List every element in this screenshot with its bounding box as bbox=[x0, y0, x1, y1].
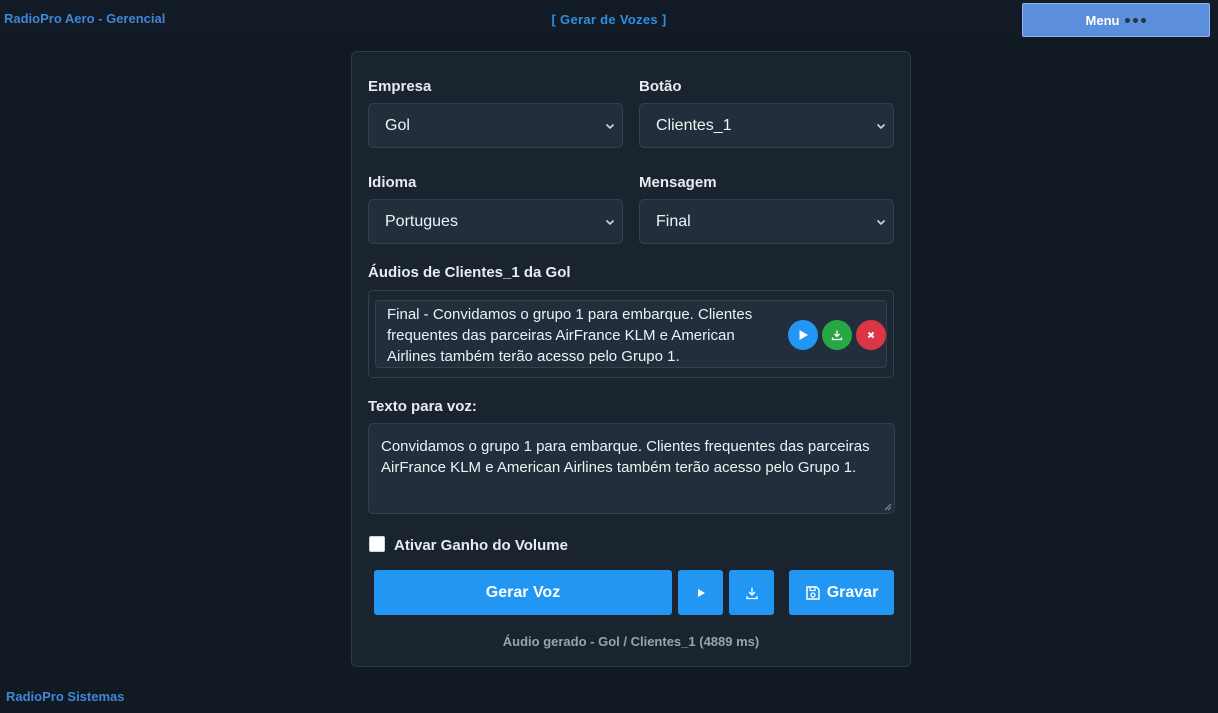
idioma-value: Portugues bbox=[385, 212, 458, 230]
generate-voice-label: Gerar Voz bbox=[485, 583, 561, 601]
text-to-speech-input[interactable]: Convidamos o grupo 1 para embarque. Clie… bbox=[368, 423, 895, 514]
mensagem-value: Final bbox=[656, 212, 691, 230]
record-button[interactable]: Gravar bbox=[789, 570, 894, 615]
play-icon bbox=[697, 588, 705, 597]
chevron-down-icon bbox=[876, 123, 886, 130]
close-icon bbox=[867, 331, 875, 339]
audio-list-item[interactable]: Final - Convidamos o grupo 1 para embarq… bbox=[375, 300, 887, 368]
idioma-select[interactable]: Portugues bbox=[368, 199, 623, 244]
download-audio-button[interactable] bbox=[822, 320, 852, 350]
volume-gain-checkbox[interactable] bbox=[369, 536, 385, 552]
texto-label: Texto para voz: bbox=[368, 398, 477, 415]
audios-label: Áudios de Clientes_1 da Gol bbox=[368, 264, 571, 281]
generate-voice-button[interactable]: Gerar Voz bbox=[374, 570, 672, 615]
empresa-label: Empresa bbox=[368, 78, 432, 95]
play-icon bbox=[799, 330, 808, 340]
play-audio-button[interactable] bbox=[788, 320, 818, 350]
save-icon bbox=[805, 585, 820, 600]
status-text: Áudio gerado - Gol / Clientes_1 (4889 ms… bbox=[502, 634, 760, 649]
delete-audio-button[interactable] bbox=[856, 320, 886, 350]
record-label: Gravar bbox=[826, 583, 879, 601]
play-button[interactable] bbox=[678, 570, 723, 615]
volume-gain-label: Ativar Ganho do Volume bbox=[394, 537, 568, 554]
download-icon bbox=[745, 587, 758, 599]
idioma-label: Idioma bbox=[368, 174, 417, 191]
chevron-down-icon bbox=[605, 219, 615, 226]
download-icon bbox=[831, 330, 843, 341]
menu-button[interactable]: Menu bbox=[1022, 3, 1210, 37]
mensagem-select[interactable]: Final bbox=[639, 199, 894, 244]
empresa-select[interactable]: Gol bbox=[368, 103, 623, 148]
chevron-down-icon bbox=[876, 219, 886, 226]
text-to-speech-value: Convidamos o grupo 1 para embarque. Clie… bbox=[381, 438, 870, 476]
footer-text: RadioPro Sistemas bbox=[6, 689, 125, 704]
menu-label: Menu bbox=[1085, 12, 1120, 28]
botao-value: Clientes_1 bbox=[656, 116, 732, 134]
botao-label: Botão bbox=[639, 78, 682, 95]
audio-list: Final - Convidamos o grupo 1 para embarq… bbox=[368, 290, 894, 378]
voice-generator-panel: Empresa Gol Botão Clientes_1 Idioma Port… bbox=[351, 51, 911, 667]
empresa-value: Gol bbox=[385, 116, 410, 134]
chevron-down-icon bbox=[605, 123, 615, 130]
botao-select[interactable]: Clientes_1 bbox=[639, 103, 894, 148]
more-dots-icon bbox=[1125, 17, 1147, 23]
download-button[interactable] bbox=[729, 570, 774, 615]
resize-handle-icon[interactable] bbox=[884, 503, 892, 511]
mensagem-label: Mensagem bbox=[639, 174, 717, 191]
audio-item-text: Final - Convidamos o grupo 1 para embarq… bbox=[387, 306, 753, 365]
top-bar: RadioPro Aero - Gerencial [ Gerar de Voz… bbox=[0, 0, 1218, 38]
